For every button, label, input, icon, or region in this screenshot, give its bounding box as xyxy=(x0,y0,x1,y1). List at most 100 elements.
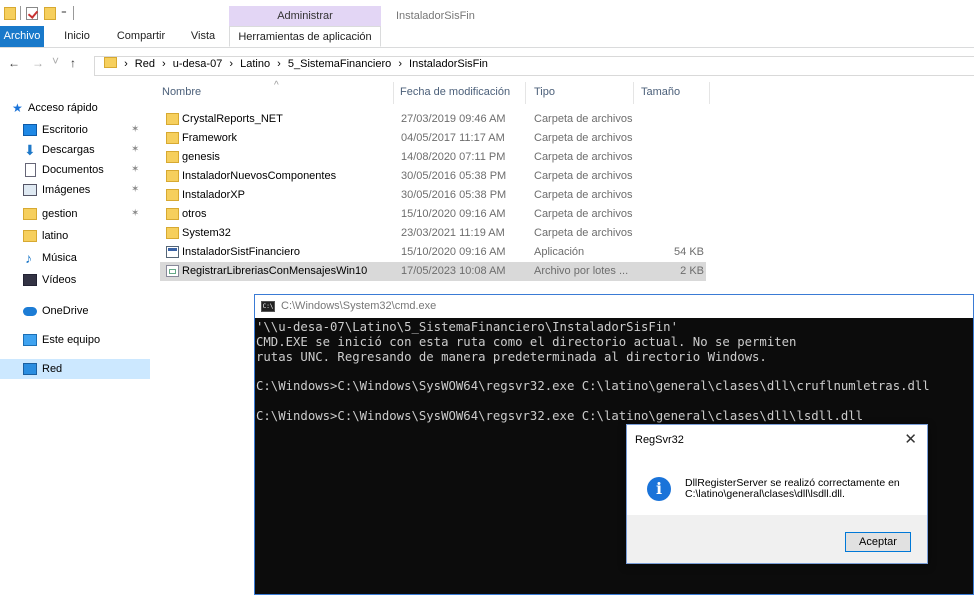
pin-icon[interactable]: ✶ xyxy=(131,140,139,160)
application-icon xyxy=(166,246,179,258)
file-date: 15/10/2020 09:16 AM xyxy=(401,208,506,220)
file-size: 54 KB xyxy=(674,246,704,258)
close-icon[interactable]: ✕ xyxy=(904,430,917,448)
dialog-title: RegSvr32 xyxy=(635,434,684,446)
file-row[interactable]: CrystalReports_NET 27/03/2019 09:46 AM C… xyxy=(160,110,706,129)
divider xyxy=(73,6,74,20)
file-row[interactable]: genesis 14/08/2020 07:11 PM Carpeta de a… xyxy=(160,148,706,167)
breadcrumb-separator: › xyxy=(277,58,281,70)
folder-icon xyxy=(104,57,117,68)
folder-icon xyxy=(166,189,179,201)
pin-icon[interactable]: ✶ xyxy=(131,120,139,140)
breadcrumb-separator: › xyxy=(229,58,234,70)
nav-musica[interactable]: ♪ Música xyxy=(0,248,150,268)
breadcrumb-5-sistemafinanciero[interactable]: 5_SistemaFinanciero xyxy=(288,58,391,70)
nav-red[interactable]: Red xyxy=(0,359,150,379)
pin-icon[interactable]: ✶ xyxy=(131,180,139,200)
dialog-message-line: C:\latino\general\clases\dll\lsdll.dll. xyxy=(685,488,845,500)
file-size: 2 KB xyxy=(680,265,704,277)
file-type: Carpeta de archivos xyxy=(534,189,633,201)
file-type: Aplicación xyxy=(534,246,585,258)
properties-icon[interactable] xyxy=(26,7,38,20)
tab-vista[interactable]: Vista xyxy=(182,26,224,47)
file-name: InstaladorSistFinanciero xyxy=(182,246,301,258)
cmd-output[interactable]: '\\u-desa-07\Latino\5_SistemaFinanciero\… xyxy=(256,320,972,424)
network-icon xyxy=(23,363,37,375)
nav-videos[interactable]: Vídeos xyxy=(0,270,150,290)
nav-label: Escritorio xyxy=(42,124,88,136)
nav-gestion[interactable]: gestion ✶ xyxy=(0,204,150,224)
column-divider[interactable] xyxy=(633,82,634,104)
column-header-tipo[interactable]: Tipo xyxy=(534,86,555,98)
nav-este-equipo[interactable]: Este equipo xyxy=(0,330,150,350)
music-icon: ♪ xyxy=(25,250,32,266)
breadcrumb-instaladorsisfin[interactable]: InstaladorSisFin xyxy=(409,58,488,70)
file-date: 30/05/2016 05:38 PM xyxy=(401,170,507,182)
nav-imagenes[interactable]: Imágenes ✶ xyxy=(0,180,150,200)
pin-icon[interactable]: ✶ xyxy=(131,204,139,224)
file-name: InstaladorNuevosComponentes xyxy=(182,170,337,182)
folder-icon xyxy=(166,151,179,163)
column-header-nombre[interactable]: Nombre xyxy=(162,86,201,98)
dialog-footer: Aceptar xyxy=(627,515,927,563)
chevron-down-icon[interactable]: ˅ xyxy=(52,54,59,68)
cloud-icon xyxy=(23,307,37,316)
tab-inicio[interactable]: Inicio xyxy=(52,26,102,47)
column-header-fecha[interactable]: Fecha de modificación xyxy=(400,86,510,98)
context-tab-administrar[interactable]: Administrar xyxy=(229,6,381,26)
file-row[interactable]: InstaladorNuevosComponentes 30/05/2016 0… xyxy=(160,167,706,186)
forward-icon[interactable]: → xyxy=(32,56,44,70)
file-row-selected[interactable]: RegistrarLibreriasConMensajesWin10 17/05… xyxy=(160,262,706,281)
file-row[interactable]: otros 15/10/2020 09:16 AM Carpeta de arc… xyxy=(160,205,706,224)
column-divider[interactable] xyxy=(709,82,710,104)
folder-icon xyxy=(166,170,179,182)
tab-compartir[interactable]: Compartir xyxy=(111,26,171,47)
tab-archivo[interactable]: Archivo xyxy=(0,26,44,47)
new-folder-icon[interactable] xyxy=(44,7,56,20)
window-title: InstaladorSisFin xyxy=(396,10,475,22)
customize-quick-access-icon[interactable]: ₌ xyxy=(61,4,67,17)
nav-escritorio[interactable]: Escritorio ✶ xyxy=(0,120,150,140)
nav-descargas[interactable]: ⬇ Descargas ✶ xyxy=(0,140,150,160)
back-icon[interactable]: ← xyxy=(8,56,20,70)
breadcrumb-latino[interactable]: Latino xyxy=(240,58,270,70)
file-row[interactable]: InstaladorXP 30/05/2016 05:38 PM Carpeta… xyxy=(160,186,706,205)
breadcrumb-red[interactable]: Red xyxy=(135,58,155,70)
column-divider[interactable] xyxy=(393,82,394,104)
videos-icon xyxy=(23,274,37,286)
file-type: Carpeta de archivos xyxy=(534,170,633,182)
accept-button[interactable]: Aceptar xyxy=(845,532,911,552)
breadcrumb-u-desa-07[interactable]: u-desa-07 xyxy=(173,58,223,70)
file-row[interactable]: Framework 04/05/2017 11:17 AM Carpeta de… xyxy=(160,129,706,148)
breadcrumb-separator: › xyxy=(398,58,402,70)
desktop-icon xyxy=(23,124,37,136)
nav-onedrive[interactable]: OneDrive xyxy=(0,301,150,321)
file-name: CrystalReports_NET xyxy=(182,113,283,125)
file-row[interactable]: System32 23/03/2021 11:19 AM Carpeta de … xyxy=(160,224,706,243)
folder-icon xyxy=(23,230,37,242)
nav-label: latino xyxy=(42,230,69,242)
title-bar: ₌ xyxy=(0,0,974,26)
file-type: Carpeta de archivos xyxy=(534,132,633,144)
cmd-line: C:\Windows>C:\Windows\SysWOW64\regsvr32.… xyxy=(256,379,930,394)
nav-acceso-rapido[interactable]: ★ Acceso rápido xyxy=(0,98,150,118)
tab-herramientas-de-aplicacion[interactable]: Herramientas de aplicación xyxy=(229,26,381,47)
folder-icon xyxy=(166,227,179,239)
file-row[interactable]: InstaladorSistFinanciero 15/10/2020 09:1… xyxy=(160,243,706,262)
cmd-line: ​ xyxy=(256,364,972,379)
nav-documentos[interactable]: Documentos ✶ xyxy=(0,160,150,180)
file-name: InstaladorXP xyxy=(182,189,245,201)
pin-icon[interactable]: ✶ xyxy=(131,160,139,180)
regsvr32-dialog: RegSvr32 ✕ i DllRegisterServer se realiz… xyxy=(626,424,928,564)
file-date: 27/03/2019 09:46 AM xyxy=(401,113,506,125)
nav-latino[interactable]: latino xyxy=(0,226,150,246)
cmd-line: C:\Windows>C:\Windows\SysWOW64\regsvr32.… xyxy=(256,408,864,423)
column-divider[interactable] xyxy=(525,82,526,104)
up-icon[interactable]: ↑ xyxy=(70,56,76,70)
cmd-title-bar[interactable]: C:\ C:\Windows\System32\cmd.exe xyxy=(254,294,974,318)
cmd-line: ​ xyxy=(256,394,972,409)
info-icon: i xyxy=(647,477,671,501)
file-type: Archivo por lotes ... xyxy=(534,265,629,277)
column-header-tamano[interactable]: Tamaño xyxy=(641,86,680,98)
folder-icon xyxy=(4,7,16,20)
